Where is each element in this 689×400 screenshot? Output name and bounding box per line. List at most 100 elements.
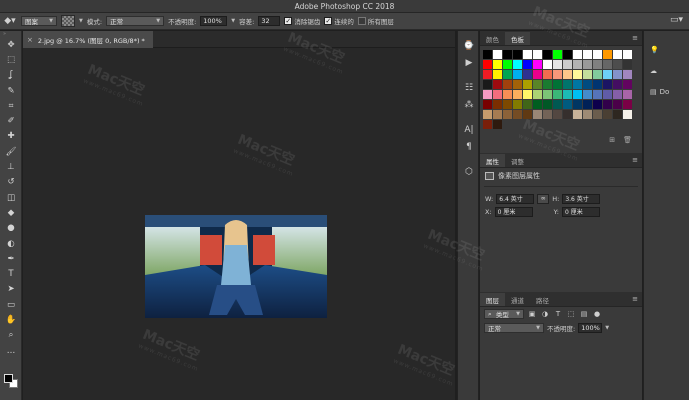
- all-layers-checkbox[interactable]: 所有图层: [357, 16, 394, 26]
- color-swatch[interactable]: [533, 50, 542, 59]
- color-swatch[interactable]: [593, 90, 602, 99]
- color-swatch[interactable]: [563, 100, 572, 109]
- filter-smart-object-icon[interactable]: ▤: [579, 309, 589, 319]
- color-swatch[interactable]: [563, 70, 572, 79]
- dodge-icon[interactable]: ◐: [0, 236, 22, 251]
- color-swatch[interactable]: [493, 50, 502, 59]
- opacity-input[interactable]: 100%: [200, 16, 228, 26]
- color-swatch[interactable]: [513, 50, 522, 59]
- color-swatch[interactable]: [523, 110, 532, 119]
- clone-stamp-icon[interactable]: ⊥: [0, 159, 22, 174]
- color-swatch[interactable]: [533, 100, 542, 109]
- brush-preset-icon[interactable]: ⁂: [458, 96, 480, 113]
- color-swatch[interactable]: [513, 110, 522, 119]
- filter-adjustment-icon[interactable]: ◑: [540, 309, 550, 319]
- color-swatch[interactable]: [543, 110, 552, 119]
- color-swatch[interactable]: [503, 110, 512, 119]
- eyedropper-icon[interactable]: ✐: [0, 113, 22, 128]
- color-swatch[interactable]: [543, 70, 552, 79]
- color-swatch[interactable]: [573, 70, 582, 79]
- color-swatch[interactable]: [573, 50, 582, 59]
- color-swatch[interactable]: [513, 70, 522, 79]
- color-swatch[interactable]: [493, 70, 502, 79]
- cc-libraries-icon[interactable]: ☁: [644, 60, 689, 81]
- color-swatch[interactable]: [533, 60, 542, 69]
- foreground-color-swatch[interactable]: [4, 374, 13, 383]
- color-swatch[interactable]: [483, 70, 492, 79]
- color-swatch[interactable]: [583, 50, 592, 59]
- color-swatch[interactable]: [553, 110, 562, 119]
- color-swatch[interactable]: [503, 80, 512, 89]
- color-swatch[interactable]: [573, 60, 582, 69]
- more-tools-icon[interactable]: …: [0, 343, 22, 358]
- color-swatch[interactable]: [513, 100, 522, 109]
- color-swatch[interactable]: [523, 80, 532, 89]
- crop-icon[interactable]: ⌗: [0, 98, 22, 113]
- eraser-icon[interactable]: ◫: [0, 190, 22, 205]
- color-swatch[interactable]: [533, 90, 542, 99]
- color-swatch[interactable]: [493, 80, 502, 89]
- color-swatch[interactable]: [623, 70, 632, 79]
- color-swatch[interactable]: [563, 80, 572, 89]
- paint-bucket-icon[interactable]: ◆: [0, 205, 22, 220]
- brush-settings-icon[interactable]: ☷: [458, 79, 480, 96]
- color-swatch[interactable]: [593, 110, 602, 119]
- panel-menu-icon[interactable]: ≡: [632, 156, 638, 164]
- pattern-picker[interactable]: [61, 15, 75, 27]
- color-swatch[interactable]: [613, 80, 622, 89]
- color-swatch[interactable]: [613, 100, 622, 109]
- brush-icon[interactable]: 🖌: [0, 144, 22, 159]
- color-swatch[interactable]: [553, 60, 562, 69]
- color-swatch[interactable]: [493, 60, 502, 69]
- pen-icon[interactable]: ✒: [0, 251, 22, 266]
- blend-mode-select[interactable]: 正常 ▼: [484, 323, 544, 333]
- color-swatch[interactable]: [623, 100, 632, 109]
- color-swatch[interactable]: [523, 90, 532, 99]
- color-swatch[interactable]: [593, 60, 602, 69]
- color-swatch[interactable]: [613, 70, 622, 79]
- workspace-icon[interactable]: ▭▾: [670, 15, 683, 25]
- color-swatch[interactable]: [573, 110, 582, 119]
- tab-color[interactable]: 颜色: [480, 32, 505, 45]
- path-select-icon[interactable]: ➤: [0, 282, 22, 297]
- color-swatch[interactable]: [543, 80, 552, 89]
- color-swatch[interactable]: [543, 50, 552, 59]
- layer-opacity-input[interactable]: 100%: [578, 323, 603, 333]
- color-swatch[interactable]: [513, 90, 522, 99]
- color-swatch[interactable]: [553, 70, 562, 79]
- color-swatch[interactable]: [613, 60, 622, 69]
- color-swatch[interactable]: [483, 120, 492, 129]
- color-swatch[interactable]: [613, 110, 622, 119]
- color-swatch[interactable]: [623, 50, 632, 59]
- color-swatch[interactable]: [603, 110, 612, 119]
- history-brush-icon[interactable]: ↺: [0, 175, 22, 190]
- tab-swatches[interactable]: 色板: [505, 32, 530, 45]
- color-swatch[interactable]: [583, 90, 592, 99]
- 3d-icon[interactable]: ⬡: [458, 163, 480, 180]
- width-input[interactable]: 6.4 英寸: [496, 193, 535, 204]
- tab-adjustments[interactable]: 调整: [505, 154, 530, 167]
- color-swatch[interactable]: [553, 100, 562, 109]
- color-swatch[interactable]: [493, 110, 502, 119]
- type-icon[interactable]: T: [0, 266, 22, 281]
- document-image[interactable]: [145, 215, 327, 318]
- tab-layers[interactable]: 图层: [480, 293, 505, 306]
- color-swatch[interactable]: [533, 70, 542, 79]
- play-icon[interactable]: ▶: [458, 54, 480, 71]
- filter-shape-icon[interactable]: ⬚: [566, 309, 576, 319]
- color-swatch[interactable]: [543, 90, 552, 99]
- color-swatch[interactable]: [573, 80, 582, 89]
- tolerance-input[interactable]: 32: [258, 16, 281, 26]
- color-swatch[interactable]: [543, 100, 552, 109]
- color-swatch[interactable]: [583, 80, 592, 89]
- color-swatch[interactable]: [613, 50, 622, 59]
- color-swatch[interactable]: [563, 110, 572, 119]
- color-swatch[interactable]: [553, 50, 562, 59]
- contiguous-checkbox[interactable]: ✓ 连续的: [324, 16, 354, 26]
- character-icon[interactable]: A|: [458, 121, 480, 138]
- color-swatch[interactable]: [583, 70, 592, 79]
- color-swatch[interactable]: [483, 100, 492, 109]
- color-swatch[interactable]: [523, 60, 532, 69]
- panel-menu-icon[interactable]: ≡: [632, 34, 638, 42]
- color-swatch[interactable]: [583, 110, 592, 119]
